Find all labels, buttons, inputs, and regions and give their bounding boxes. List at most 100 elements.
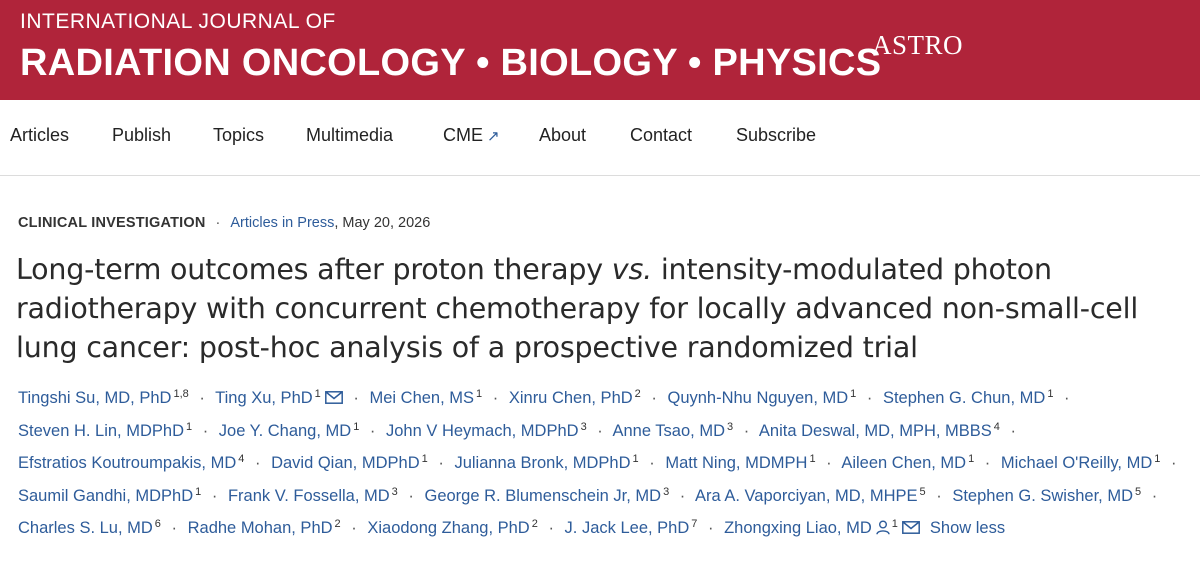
nav-multimedia[interactable]: Multimedia: [306, 125, 393, 146]
main-nav: Articles Publish Topics Multimedia CME ↗ …: [0, 100, 1200, 176]
author-link[interactable]: Michael O'Reilly, MD 1: [1001, 453, 1161, 472]
author-link[interactable]: Zhongxing Liao, MD 1: [724, 516, 920, 537]
author-separator: ·: [353, 389, 359, 407]
author-link[interactable]: Steven H. Lin, MDPhD 1: [18, 421, 192, 440]
author-name: Steven H. Lin, MDPhD: [18, 421, 184, 440]
email-icon[interactable]: [324, 385, 343, 404]
author-name: Stephen G. Chun, MD: [882, 389, 1046, 407]
author-name: Frank V. Fossella, MD: [227, 486, 390, 505]
nav-articles[interactable]: Articles: [10, 125, 69, 146]
author-name: Anne Tsao, MD: [612, 421, 725, 440]
journal-banner: INTERNATIONAL JOURNAL OF RADIATION ONCOL…: [0, 0, 1200, 100]
publication-date: , May 20, 2026: [334, 215, 431, 231]
author-name: Radhe Mohan, PhD: [187, 519, 333, 537]
author-separator: ·: [369, 421, 376, 440]
affiliation-number: 4: [993, 420, 1000, 433]
author-link[interactable]: Ting Xu, PhD 1: [215, 388, 343, 407]
nav-contact[interactable]: Contact: [630, 125, 692, 146]
author-separator: ·: [438, 454, 444, 472]
author-link[interactable]: Efstratios Koutroumpakis, MD 4: [18, 453, 244, 472]
author-separator: ·: [1170, 454, 1177, 472]
author-link[interactable]: Julianna Bronk, MDPhD 1: [454, 453, 639, 472]
author-link[interactable]: Quynh-Nhu Nguyen, MD 1: [667, 388, 856, 407]
nav-subscribe[interactable]: Subscribe: [736, 125, 816, 146]
author-separator: ·: [679, 486, 686, 505]
author-link[interactable]: Mei Chen, MS 1: [369, 388, 483, 407]
email-icon[interactable]: [901, 515, 920, 534]
author-separator: ·: [649, 454, 655, 472]
affiliation-number: 2: [334, 518, 341, 530]
show-less-button[interactable]: Show less: [930, 519, 1005, 537]
author-link[interactable]: Frank V. Fossella, MD 3: [227, 485, 398, 505]
author-link[interactable]: Charles S. Lu, MD 6: [18, 518, 161, 537]
astro-logo[interactable]: ASTRO: [872, 30, 963, 61]
author-link[interactable]: J. Jack Lee, PhD 7: [564, 518, 698, 537]
author-link[interactable]: Radhe Mohan, PhD 2: [187, 518, 341, 537]
author-name: Xiaodong Zhang, PhD: [367, 519, 530, 537]
affiliation-number: 1: [632, 453, 639, 465]
external-link-icon: ↗: [487, 128, 500, 145]
author-link[interactable]: Stephen G. Swisher, MD 5: [952, 486, 1141, 505]
author-link[interactable]: Anita Deswal, MD, MPH, MBBS 4: [758, 420, 1000, 440]
journal-title-line2[interactable]: RADIATION ONCOLOGY • BIOLOGY • PHYSICS: [20, 42, 881, 85]
article-section: CLINICAL INVESTIGATION: [18, 215, 206, 231]
author-name: Stephen G. Swisher, MD: [952, 486, 1133, 505]
author-name: Joe Y. Chang, MD: [218, 421, 352, 440]
nav-topics[interactable]: Topics: [213, 125, 264, 146]
author-separator: ·: [1064, 389, 1070, 407]
affiliation-number: 3: [391, 485, 398, 498]
affiliation-number: 1: [476, 388, 483, 400]
author-separator: ·: [651, 389, 657, 407]
author-separator: ·: [492, 389, 499, 407]
articles-in-press-link[interactable]: Articles in Press: [230, 215, 334, 231]
affiliation-number: 1: [353, 420, 360, 433]
author-link[interactable]: Anne Tsao, MD 3: [612, 421, 733, 440]
author-link[interactable]: John V Heymach, MDPhD 3: [386, 421, 587, 440]
author-separator: ·: [351, 519, 357, 537]
author-name: Efstratios Koutroumpakis, MD: [18, 454, 237, 472]
author-link[interactable]: Ara A. Vaporciyan, MD, MHPE 5: [695, 486, 926, 505]
author-link[interactable]: Stephen G. Chun, MD 1: [882, 388, 1053, 407]
corresponding-author-icon: [876, 516, 890, 535]
article-title: Long-term outcomes after proton therapy …: [16, 250, 1186, 367]
author-link[interactable]: Aileen Chen, MD 1: [841, 453, 975, 472]
affiliation-number: 2: [634, 388, 641, 400]
author-link[interactable]: Tingshi Su, MD, PhD 1,8: [18, 388, 189, 407]
affiliation-number: 1: [809, 453, 816, 465]
author-separator: ·: [936, 486, 942, 505]
author-name: Anita Deswal, MD, MPH, MBBS: [758, 421, 992, 440]
affiliation-number: 6: [154, 518, 161, 530]
author-link[interactable]: Matt Ning, MDMPH 1: [665, 453, 816, 472]
author-name: Quynh-Nhu Nguyen, MD: [667, 389, 849, 407]
author-link[interactable]: Xiaodong Zhang, PhD 2: [367, 518, 538, 537]
author-link[interactable]: Joe Y. Chang, MD 1: [218, 420, 360, 440]
author-link[interactable]: George R. Blumenschein Jr, MD 3: [424, 486, 669, 505]
author-separator: ·: [254, 454, 261, 472]
author-separator: ·: [984, 454, 991, 472]
affiliation-number: 1,8: [173, 388, 189, 400]
nav-about[interactable]: About: [539, 125, 586, 146]
author-separator: ·: [211, 486, 218, 505]
nav-cme[interactable]: CME ↗: [443, 125, 500, 146]
author-name: Xinru Chen, PhD: [508, 389, 633, 407]
author-separator: ·: [1010, 421, 1017, 440]
affiliation-number: 1: [421, 453, 428, 465]
nav-cme-label: CME: [443, 125, 483, 145]
affiliation-number: 1: [195, 485, 202, 498]
author-link[interactable]: Xinru Chen, PhD 2: [508, 388, 641, 407]
author-name: Zhongxing Liao, MD: [724, 519, 872, 537]
author-separator: ·: [826, 454, 832, 472]
author-link[interactable]: Saumil Gandhi, MDPhD 1: [18, 485, 202, 505]
meta-separator: ·: [215, 215, 221, 231]
author-list: Tingshi Su, MD, PhD 1,8 · Ting Xu, PhD 1 ·…: [18, 380, 1188, 543]
author-name: Saumil Gandhi, MDPhD: [18, 486, 194, 505]
author-name: J. Jack Lee, PhD: [564, 519, 690, 537]
article-meta: CLINICAL INVESTIGATION · Articles in Press…: [18, 215, 430, 231]
author-name: Tingshi Su, MD, PhD: [18, 389, 172, 407]
nav-publish[interactable]: Publish: [112, 125, 171, 146]
author-name: David Qian, MDPhD: [271, 454, 420, 472]
author-link[interactable]: David Qian, MDPhD 1: [271, 453, 428, 472]
author-separator: ·: [199, 389, 205, 407]
affiliation-number: 1: [968, 453, 975, 465]
author-separator: ·: [548, 519, 554, 537]
